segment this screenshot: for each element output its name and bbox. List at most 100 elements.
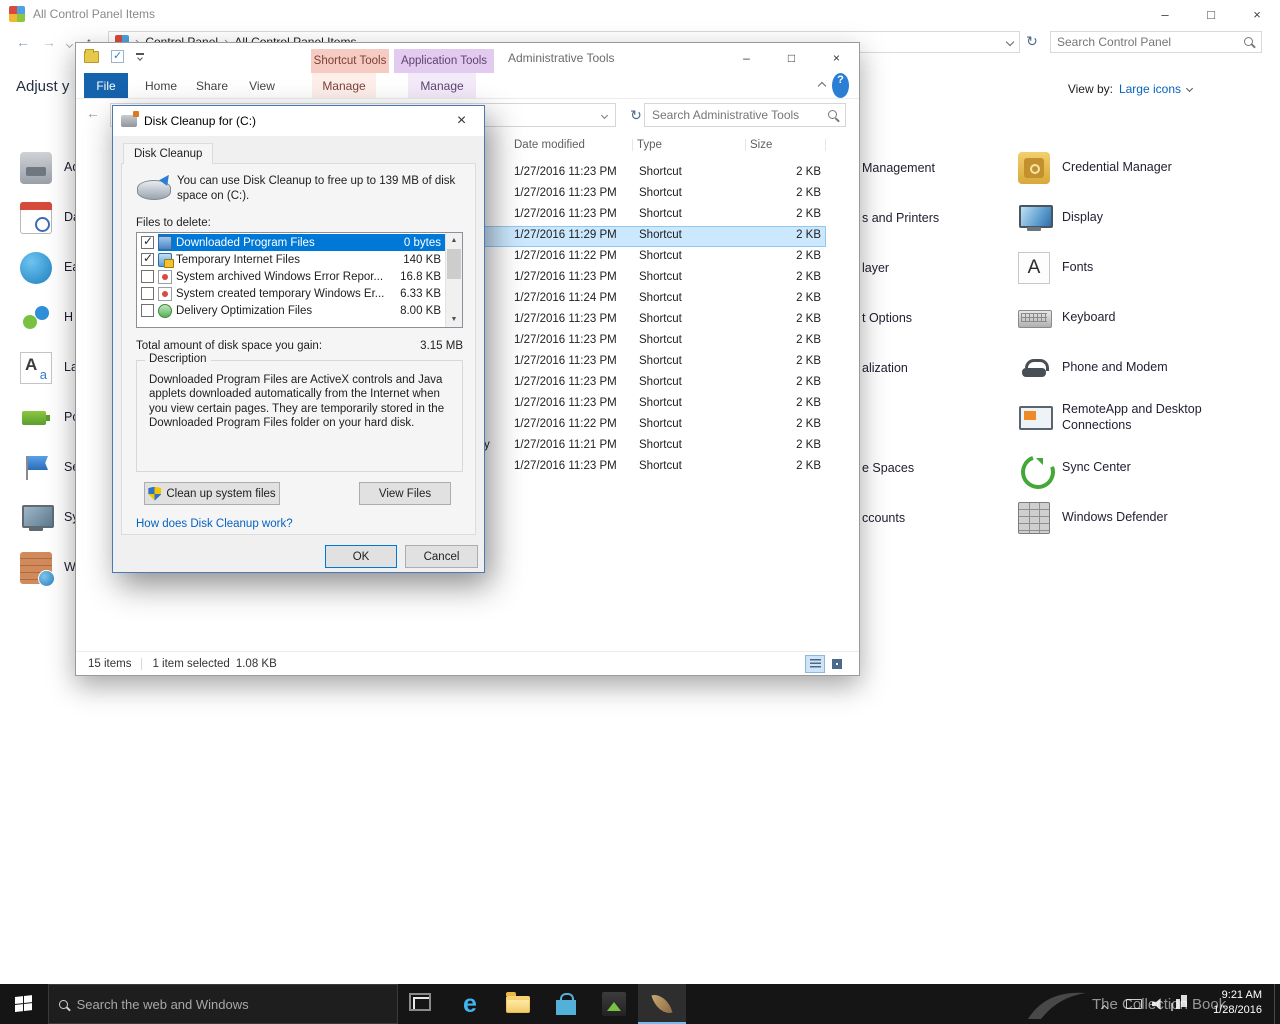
view-files-button[interactable]: View Files <box>359 482 451 505</box>
control-panel-item-label-fragment[interactable]: Management <box>862 143 1012 193</box>
back-arrow-icon[interactable] <box>10 34 36 50</box>
column-header-date-modified[interactable]: Date modified <box>511 139 633 151</box>
column-header-size[interactable]: Size <box>747 139 826 151</box>
file-category-checkbox[interactable] <box>141 304 154 317</box>
clean-up-system-files-button[interactable]: Clean up system files <box>144 482 280 505</box>
ok-label: OK <box>353 551 370 563</box>
properties-icon[interactable] <box>111 50 124 63</box>
active-app-button[interactable] <box>638 984 686 1024</box>
store-button[interactable] <box>542 984 590 1024</box>
taskbar-search[interactable] <box>48 984 398 1024</box>
touch-keyboard-icon[interactable] <box>1126 999 1142 1009</box>
show-desktop-button[interactable] <box>1274 984 1280 1024</box>
back-arrow-icon[interactable] <box>86 105 100 121</box>
address-dropdown-icon[interactable] <box>1006 37 1014 45</box>
control-panel-item-label-fragment[interactable]: layer <box>862 243 1012 293</box>
file-type: Shortcut <box>639 355 682 367</box>
search-icon <box>59 1000 68 1009</box>
file-category-row[interactable]: System archived Windows Error Repor... 1… <box>137 268 446 285</box>
task-view-button[interactable] <box>398 984 446 1024</box>
volume-icon[interactable] <box>1152 998 1164 1010</box>
application-tools-tab[interactable]: Application Tools <box>394 49 494 73</box>
history-dropdown-icon[interactable] <box>62 34 76 50</box>
control-panel-item-icon <box>20 252 52 284</box>
file-category-row[interactable]: Downloaded Program Files 0 bytes <box>137 234 446 251</box>
scrollbar-thumb[interactable] <box>447 249 461 279</box>
control-panel-search[interactable] <box>1050 31 1262 53</box>
scroll-down-icon[interactable] <box>446 312 462 327</box>
listbox-scrollbar[interactable] <box>445 233 462 327</box>
control-panel-item-label-fragment[interactable] <box>862 393 1012 443</box>
control-panel-item[interactable]: Windows Defender <box>1018 493 1268 543</box>
status-item-count: 15 items <box>88 658 131 670</box>
tab-disk-cleanup[interactable]: Disk Cleanup <box>123 143 213 164</box>
tab-manage-shortcut[interactable]: Manage <box>312 73 376 98</box>
file-explorer-button[interactable] <box>494 984 542 1024</box>
forward-arrow-icon[interactable] <box>36 34 62 50</box>
hidden-icons-chevron-icon[interactable] <box>1102 1000 1107 1014</box>
taskbar-search-input[interactable] <box>77 997 387 1012</box>
column-header-type[interactable]: Type <box>634 139 746 151</box>
control-panel-item[interactable]: Fonts <box>1018 243 1268 293</box>
control-panel-item-label-fragment[interactable]: t Options <box>862 293 1012 343</box>
tab-view[interactable]: View <box>240 73 284 98</box>
address-dropdown-icon[interactable] <box>601 112 608 119</box>
file-category-row[interactable]: Temporary Internet Files 140 KB <box>137 251 446 268</box>
explorer-app-icon[interactable] <box>84 51 99 63</box>
shortcut-tools-tab[interactable]: Shortcut Tools <box>311 49 389 73</box>
control-panel-item[interactable]: Keyboard <box>1018 293 1268 343</box>
control-panel-item[interactable]: Display <box>1018 193 1268 243</box>
view-by-value[interactable]: Large icons <box>1119 82 1181 96</box>
scroll-up-icon[interactable] <box>446 233 462 248</box>
control-panel-item[interactable]: Credential Manager <box>1018 143 1268 193</box>
disk-cleanup-logo-icon <box>136 176 170 206</box>
customize-toolbar-icon[interactable] <box>136 53 144 60</box>
tab-manage-application[interactable]: Manage <box>408 73 476 98</box>
control-panel-item-label-fragment[interactable]: s and Printers <box>862 193 1012 243</box>
large-icons-view-icon[interactable] <box>827 655 847 673</box>
chevron-down-icon[interactable] <box>1186 84 1193 91</box>
cancel-button[interactable]: Cancel <box>405 545 478 568</box>
file-category-checkbox[interactable] <box>141 253 154 266</box>
file-type: Shortcut <box>639 397 682 409</box>
close-icon[interactable] <box>1234 0 1280 28</box>
edge-button[interactable] <box>446 984 494 1024</box>
control-panel-item[interactable]: Phone and Modem <box>1018 343 1268 393</box>
files-to-delete-listbox: Downloaded Program Files 0 bytes Tempora… <box>136 232 463 328</box>
control-panel-item-label-fragment[interactable]: alization <box>862 343 1012 393</box>
control-panel-search-input[interactable] <box>1057 35 1239 49</box>
file-category-row[interactable]: Delivery Optimization Files 8.00 KB <box>137 302 446 319</box>
collapse-ribbon-icon[interactable] <box>819 73 825 98</box>
file-category-checkbox[interactable] <box>141 287 154 300</box>
control-panel-item[interactable]: RemoteApp and Desktop Connections <box>1018 393 1268 443</box>
control-panel-item-label-fragment[interactable]: e Spaces <box>862 443 1012 493</box>
control-panel-item[interactable]: Sync Center <box>1018 443 1268 493</box>
control-panel-item-label-fragment[interactable]: ccounts <box>862 493 1012 543</box>
network-icon[interactable] <box>1176 999 1180 1009</box>
system-tray: 9:21 AM 1/28/2016 <box>1096 984 1266 1024</box>
tab-share[interactable]: Share <box>188 73 236 98</box>
restore-icon[interactable] <box>1188 0 1234 28</box>
minimize-icon[interactable] <box>1142 0 1188 28</box>
file-category-checkbox[interactable] <box>141 270 154 283</box>
file-category-row[interactable]: System created temporary Windows Er... 6… <box>137 285 446 302</box>
ok-button[interactable]: OK <box>325 545 397 568</box>
details-view-icon[interactable] <box>805 655 825 673</box>
close-icon[interactable] <box>814 43 859 73</box>
minimize-icon[interactable] <box>724 43 769 73</box>
refresh-icon[interactable] <box>1020 33 1044 50</box>
file-category-checkbox[interactable] <box>141 236 154 249</box>
maximize-icon[interactable] <box>769 43 814 73</box>
tab-file[interactable]: File <box>84 73 128 98</box>
taskbar-clock[interactable]: 9:21 AM 1/28/2016 <box>1200 988 1262 1018</box>
tab-home[interactable]: Home <box>138 73 184 98</box>
control-panel-item-label: Phone and Modem <box>1062 360 1222 376</box>
file-category-size: 6.33 KB <box>400 288 446 300</box>
how-disk-cleanup-works-link[interactable]: How does Disk Cleanup work? <box>136 518 293 530</box>
close-icon[interactable] <box>439 106 484 136</box>
pinned-app-button-1[interactable] <box>590 984 638 1024</box>
explorer-search-input[interactable] <box>652 108 821 122</box>
start-button[interactable] <box>0 984 48 1024</box>
explorer-search[interactable] <box>644 103 846 127</box>
help-icon[interactable] <box>832 73 849 98</box>
